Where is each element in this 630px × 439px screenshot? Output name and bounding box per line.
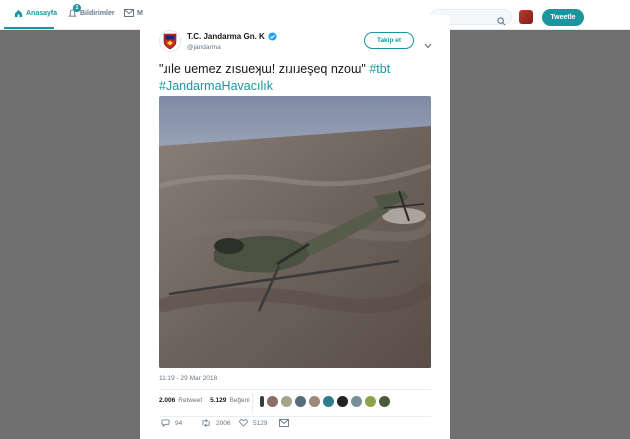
tweet-timestamp[interactable]: 11:19 - 29 Mar 2018 <box>159 375 217 382</box>
reply-icon <box>161 419 170 427</box>
divider <box>159 389 431 390</box>
tweet-text-body: "ɹıle uemez zısueʞɯ! zıɹıɹeşeq nzoɯ" <box>159 62 366 76</box>
divider <box>159 416 431 417</box>
nav-notifications[interactable]: 2 Bildirimler <box>67 4 115 18</box>
follow-button[interactable]: Takip et <box>364 32 414 49</box>
notification-count-badge: 2 <box>73 4 81 12</box>
liker-avatar[interactable] <box>281 396 292 407</box>
envelope-icon <box>279 419 289 427</box>
bell-icon: 2 <box>67 4 81 18</box>
liker-avatar[interactable] <box>351 396 362 407</box>
jandarma-emblem-icon <box>163 33 177 50</box>
like-label[interactable]: Beğeni <box>229 397 249 404</box>
retweet-label[interactable]: Retweet <box>178 397 202 404</box>
hashtag-tbt[interactable]: #tbt <box>369 62 390 76</box>
envelope-icon <box>124 8 134 18</box>
heart-icon <box>239 419 248 427</box>
author-name[interactable]: T.C. Jandarma Gn. K <box>187 32 277 41</box>
author-handle[interactable]: @jandarma <box>187 44 221 51</box>
retweet-action-count: 2006 <box>216 419 231 427</box>
user-avatar[interactable] <box>519 10 533 24</box>
hashtag-jandarmahavacilik[interactable]: #JandarmaHavacılık <box>159 79 273 93</box>
retweet-icon <box>202 419 210 427</box>
liker-avatar[interactable] <box>309 396 320 407</box>
liker-avatar[interactable] <box>260 396 264 407</box>
like-count[interactable]: 5.129 <box>210 397 226 404</box>
tweet-photo[interactable] <box>159 96 431 368</box>
tweet-modal: T.C. Jandarma Gn. K @jandarma Takip et "… <box>140 15 450 439</box>
active-tab-indicator <box>4 27 54 29</box>
nav-home-label: Anasayfa <box>26 9 58 17</box>
search-icon[interactable] <box>497 13 506 31</box>
liker-avatar[interactable] <box>295 396 306 407</box>
nav-home[interactable]: Anasayfa <box>13 8 57 18</box>
reply-button[interactable]: 94 <box>161 419 182 427</box>
liker-avatars <box>260 396 390 407</box>
stats-divider <box>252 393 253 413</box>
direct-message-button[interactable] <box>279 419 289 427</box>
nav-notifications-label: Bildirimler <box>80 9 115 17</box>
tweet-text: "ɹıle uemez zısueʞɯ! zıɹıɹeşeq nzoɯ" #tb… <box>159 61 439 95</box>
author-avatar[interactable] <box>159 30 181 52</box>
liker-avatar[interactable] <box>379 396 390 407</box>
verified-badge-icon <box>268 32 277 41</box>
retweet-button[interactable]: 2006 <box>201 419 230 427</box>
chevron-down-icon[interactable] <box>424 36 432 54</box>
tweet-button[interactable]: Tweetle <box>542 9 584 26</box>
retweet-count[interactable]: 2.006 <box>159 397 175 404</box>
helicopter-photo <box>159 96 431 368</box>
like-button[interactable]: 5129 <box>239 419 267 427</box>
like-action-count: 5129 <box>253 419 268 427</box>
liker-avatar[interactable] <box>365 396 376 407</box>
reply-count: 94 <box>175 419 183 427</box>
liker-avatar[interactable] <box>337 396 348 407</box>
liker-avatar[interactable] <box>323 396 334 407</box>
liker-avatar[interactable] <box>267 396 278 407</box>
engagement-stats: 2.006 Retweet 5.129 Beğeni <box>159 397 250 404</box>
home-icon <box>13 8 23 18</box>
author-name-text: T.C. Jandarma Gn. K <box>187 32 265 41</box>
